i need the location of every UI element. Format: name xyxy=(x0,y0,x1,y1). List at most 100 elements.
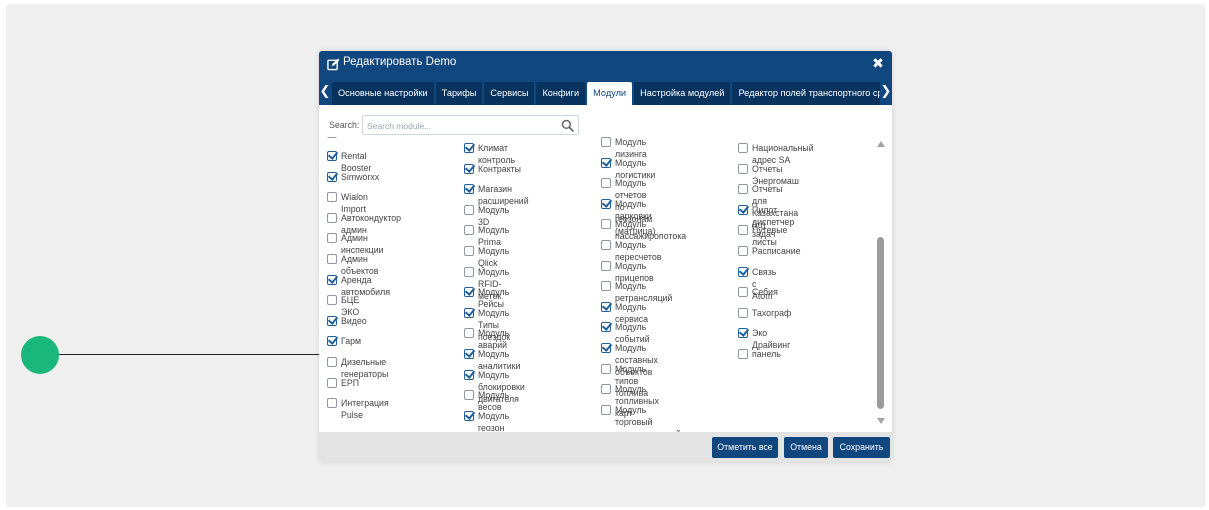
module-checkbox[interactable] xyxy=(327,315,337,326)
module-label: Контракты xyxy=(478,163,521,174)
module-checkbox[interactable] xyxy=(327,212,337,223)
tab-vehicle-fields-editor[interactable]: Редактор полей транспортного сре xyxy=(732,82,892,105)
module-checkbox[interactable] xyxy=(738,225,748,236)
module-checkbox[interactable] xyxy=(464,287,474,298)
scroll-down-icon[interactable] xyxy=(877,418,885,424)
edit-icon xyxy=(327,58,340,71)
module-checkbox[interactable] xyxy=(327,295,337,306)
tab-main-settings[interactable]: Основные настройки xyxy=(332,82,434,105)
module-checkbox[interactable] xyxy=(601,281,611,292)
module-checkbox[interactable] xyxy=(464,225,474,236)
module-label: Модуль геозон xyxy=(478,410,510,432)
module-item[interactable]: Simworxx xyxy=(327,171,379,183)
tab-tariffs[interactable]: Тарифы xyxy=(435,82,483,105)
module-checkbox[interactable] xyxy=(464,184,474,195)
module-checkbox[interactable] xyxy=(601,219,611,230)
module-item[interactable]: Видео xyxy=(327,315,367,327)
select-all-button[interactable]: Отметить все xyxy=(712,437,778,458)
module-checkbox[interactable] xyxy=(327,151,337,161)
save-button[interactable]: Сохранить xyxy=(833,437,890,458)
dialog-header: Редактировать Demo ✖ xyxy=(319,51,892,77)
module-checkbox[interactable] xyxy=(464,204,474,215)
module-checkbox[interactable] xyxy=(601,178,611,189)
module-item[interactable]: Гарм xyxy=(327,335,361,347)
tabs: Основные настройки Тарифы Сервисы Конфиг… xyxy=(332,82,892,105)
module-checkbox[interactable] xyxy=(601,322,611,333)
tab-services[interactable]: Сервисы xyxy=(484,82,535,105)
search-input[interactable] xyxy=(367,118,552,133)
module-checkbox[interactable] xyxy=(601,384,611,395)
module-item[interactable]: Интеграция Pulse xyxy=(327,397,389,421)
module-label: Модуль торговый представителей xyxy=(615,404,681,432)
module-checkbox[interactable] xyxy=(464,143,474,153)
annotation-marker xyxy=(21,336,59,374)
module-scrollbar[interactable] xyxy=(875,137,887,424)
module-item[interactable]: панель xyxy=(738,348,781,360)
module-item[interactable]: Себия xyxy=(738,286,778,298)
module-checkbox[interactable] xyxy=(464,246,474,256)
module-checkbox[interactable] xyxy=(327,192,337,203)
module-checkbox[interactable] xyxy=(464,410,474,421)
module-checkbox[interactable] xyxy=(738,266,748,277)
tab-bar: ❮ Основные настройки Тарифы Сервисы Конф… xyxy=(319,77,892,105)
module-checkbox[interactable] xyxy=(738,184,748,195)
scroll-up-icon[interactable] xyxy=(877,141,885,147)
module-checkbox[interactable] xyxy=(464,390,474,401)
module-label: Simworxx xyxy=(341,171,380,182)
module-list: Rental Booster Simworxx Wialon Import Авток… xyxy=(319,137,892,432)
module-checkbox[interactable] xyxy=(738,349,748,359)
tab-scroll-right-icon[interactable]: ❯ xyxy=(880,77,892,105)
scroll-thumb[interactable] xyxy=(877,237,884,409)
module-checkbox[interactable] xyxy=(738,307,748,318)
module-label: ЕРП xyxy=(341,377,360,388)
module-checkbox[interactable] xyxy=(327,336,337,347)
module-label: Расписание xyxy=(752,246,801,256)
module-checkbox-partial[interactable] xyxy=(327,137,337,138)
module-checkbox[interactable] xyxy=(738,163,748,174)
module-item[interactable]: Расписание xyxy=(738,245,801,257)
module-checkbox[interactable] xyxy=(738,287,748,298)
module-checkbox[interactable] xyxy=(464,266,474,277)
edit-dialog: Редактировать Demo ✖ ❮ Основные настройк… xyxy=(319,51,892,462)
module-item[interactable]: ЕРП xyxy=(327,377,359,389)
module-item[interactable]: Модуль торговый представителей xyxy=(601,404,681,432)
search-box xyxy=(362,115,579,135)
module-checkbox[interactable] xyxy=(327,398,337,409)
module-checkbox[interactable] xyxy=(738,204,748,215)
module-item[interactable]: Тахограф xyxy=(738,307,791,319)
module-checkbox[interactable] xyxy=(601,198,611,209)
module-checkbox[interactable] xyxy=(601,404,611,415)
module-checkbox[interactable] xyxy=(327,254,337,264)
module-checkbox[interactable] xyxy=(327,377,337,388)
module-checkbox[interactable] xyxy=(601,363,611,374)
module-checkbox[interactable] xyxy=(327,357,337,367)
tab-module-settings[interactable]: Настройка модулей xyxy=(634,82,731,105)
module-checkbox[interactable] xyxy=(464,163,474,174)
module-checkbox[interactable] xyxy=(738,143,748,153)
module-item[interactable]: Модуль геозон xyxy=(464,410,509,432)
module-checkbox[interactable] xyxy=(601,240,611,250)
module-checkbox[interactable] xyxy=(464,349,474,359)
close-icon[interactable]: ✖ xyxy=(870,55,886,71)
module-checkbox[interactable] xyxy=(738,246,748,256)
search-label: Search: xyxy=(329,120,360,130)
module-checkbox[interactable] xyxy=(738,328,748,339)
tab-modules[interactable]: Модули xyxy=(587,82,633,105)
module-checkbox[interactable] xyxy=(327,171,337,182)
module-checkbox[interactable] xyxy=(464,369,474,380)
module-checkbox[interactable] xyxy=(601,301,611,312)
module-checkbox[interactable] xyxy=(601,157,611,168)
module-label: Интеграция Pulse xyxy=(341,398,389,421)
tab-configs[interactable]: Конфиги xyxy=(536,82,586,105)
cancel-button[interactable]: Отмена xyxy=(784,437,828,458)
module-checkbox[interactable] xyxy=(601,343,611,353)
module-checkbox[interactable] xyxy=(601,260,611,271)
module-item[interactable]: Контракты xyxy=(464,163,521,175)
module-checkbox[interactable] xyxy=(327,233,337,244)
search-icon[interactable] xyxy=(561,119,574,132)
module-checkbox[interactable] xyxy=(327,274,337,285)
module-checkbox[interactable] xyxy=(464,328,474,339)
tab-scroll-left-icon[interactable]: ❮ xyxy=(319,77,331,105)
module-checkbox[interactable] xyxy=(601,137,611,147)
module-checkbox[interactable] xyxy=(464,307,474,318)
